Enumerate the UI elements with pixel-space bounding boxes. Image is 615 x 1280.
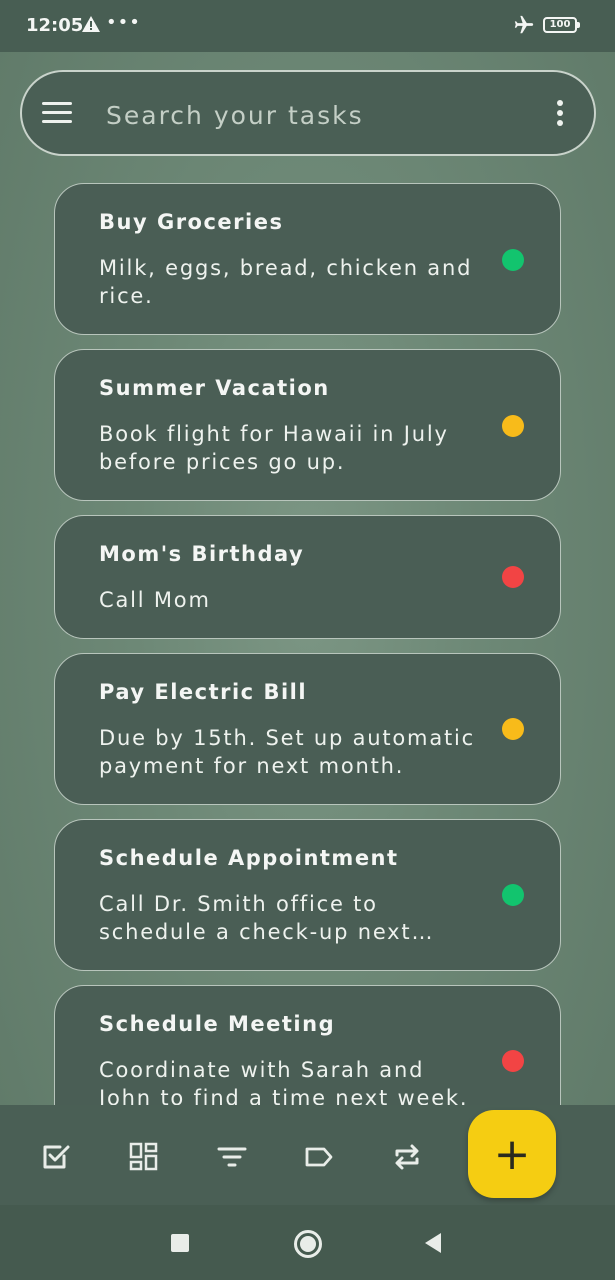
task-card[interactable]: Summer Vacation Book flight for Hawaii i… (54, 349, 561, 501)
priority-dot (502, 884, 524, 906)
priority-dot (502, 1050, 524, 1072)
priority-dot (502, 415, 524, 437)
filter-icon[interactable] (216, 1141, 248, 1173)
priority-dot (502, 566, 524, 588)
system-navigation-bar (0, 1205, 615, 1280)
dashboard-icon[interactable] (128, 1141, 160, 1173)
task-description: Book flight for Hawaii in July before pr… (99, 422, 449, 474)
recents-icon[interactable] (171, 1234, 189, 1252)
task-description: Coordinate with Sarah and John to find a… (99, 1058, 469, 1105)
task-card[interactable]: Pay Electric Bill Due by 15th. Set up au… (54, 653, 561, 805)
add-task-button[interactable]: + (468, 1110, 556, 1198)
task-title: Pay Electric Bill (99, 680, 308, 704)
back-icon[interactable] (425, 1233, 441, 1253)
task-title: Buy Groceries (99, 210, 284, 234)
search-input[interactable] (104, 92, 528, 138)
task-description: Milk, eggs, bread, chicken and rice. (99, 256, 473, 308)
menu-icon[interactable] (42, 102, 74, 126)
label-icon[interactable] (303, 1141, 335, 1173)
task-title: Mom's Birthday (99, 542, 305, 566)
task-card[interactable]: Mom's Birthday Call Mom (54, 515, 561, 639)
task-title: Summer Vacation (99, 376, 330, 400)
task-title: Schedule Meeting (99, 1012, 336, 1036)
task-card[interactable]: Schedule Appointment Call Dr. Smith offi… (54, 819, 561, 971)
task-card[interactable]: Schedule Meeting Coordinate with Sarah a… (54, 985, 561, 1105)
priority-dot (502, 249, 524, 271)
task-list: Buy Groceries Milk, eggs, bread, chicken… (0, 0, 615, 1105)
task-description: Call Mom (99, 588, 211, 612)
priority-dot (502, 718, 524, 740)
tasks-icon[interactable] (40, 1141, 72, 1173)
search-bar (20, 70, 596, 156)
task-title: Schedule Appointment (99, 846, 399, 870)
home-icon[interactable] (294, 1230, 322, 1258)
repeat-icon[interactable] (391, 1141, 423, 1173)
more-options-icon[interactable] (552, 100, 568, 130)
task-card[interactable]: Buy Groceries Milk, eggs, bread, chicken… (54, 183, 561, 335)
task-description: Call Dr. Smith office to schedule a chec… (99, 892, 412, 944)
task-description: Due by 15th. Set up automatic payment fo… (99, 726, 475, 778)
